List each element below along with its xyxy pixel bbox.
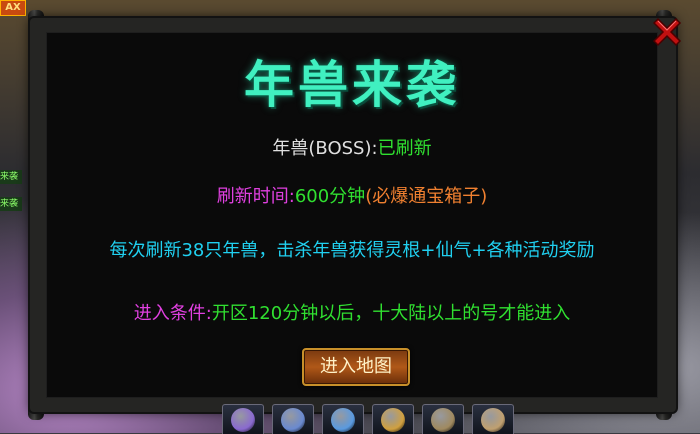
skill-slot[interactable] bbox=[222, 404, 264, 434]
close-button[interactable] bbox=[646, 12, 686, 52]
skill-icon bbox=[481, 407, 505, 432]
entry-label: 进入条件: bbox=[133, 303, 212, 324]
reward-text: 每次刷新38只年兽，击杀年兽获得灵根+仙气+各种活动奖励 bbox=[109, 240, 595, 261]
skill-slot[interactable] bbox=[422, 404, 464, 434]
refresh-time-line: 刷新时间:600分钟(必爆通宝箱子) bbox=[47, 182, 657, 208]
boss-status: 已刷新 bbox=[377, 138, 432, 159]
side-ribbon: 来袭 bbox=[0, 170, 22, 184]
skill-slot[interactable] bbox=[472, 404, 514, 434]
skill-icon bbox=[231, 407, 255, 432]
boss-label: 年兽(BOSS): bbox=[272, 138, 378, 159]
entry-condition-line: 进入条件:开区120分钟以后，十大陆以上的号才能进入 bbox=[47, 299, 657, 325]
refresh-value: 600分钟 bbox=[294, 186, 366, 207]
side-ribbon: 来袭 bbox=[0, 197, 22, 211]
enter-map-button[interactable]: 进入地图 bbox=[302, 348, 410, 386]
skill-icon bbox=[331, 407, 355, 432]
skill-icon bbox=[431, 407, 455, 432]
refresh-label: 刷新时间: bbox=[216, 186, 295, 207]
boss-status-line: 年兽(BOSS):已刷新 bbox=[47, 134, 657, 160]
skill-icon bbox=[281, 407, 305, 432]
corner-badge: AX bbox=[0, 0, 26, 16]
entry-value: 开区120分钟以后，十大陆以上的号才能进入 bbox=[211, 303, 571, 324]
close-icon bbox=[652, 17, 682, 47]
skill-bar bbox=[222, 404, 514, 434]
skill-slot[interactable] bbox=[272, 404, 314, 434]
dialog-content: 年兽来袭 年兽(BOSS):已刷新 刷新时间:600分钟(必爆通宝箱子) 每次刷… bbox=[46, 32, 658, 398]
skill-slot[interactable] bbox=[372, 404, 414, 434]
refresh-note: (必爆通宝箱子) bbox=[365, 186, 488, 207]
dialog-title: 年兽来袭 bbox=[244, 55, 460, 114]
skill-icon bbox=[381, 407, 405, 432]
skill-slot[interactable] bbox=[322, 404, 364, 434]
